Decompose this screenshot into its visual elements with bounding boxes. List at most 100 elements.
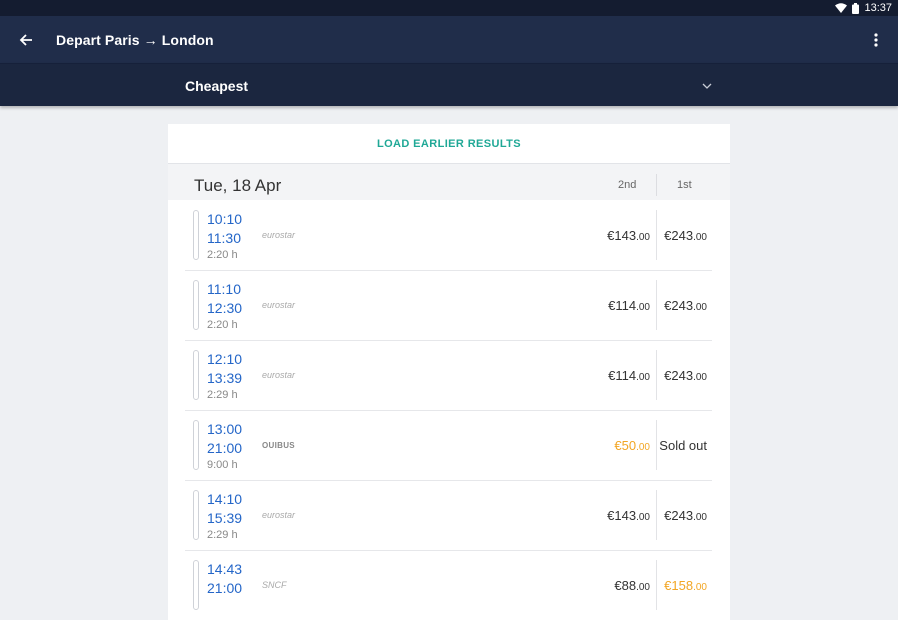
second-class-price[interactable]: €114.00 [608, 368, 650, 383]
journey-timeline [193, 210, 199, 260]
carrier-logo: eurostar [262, 300, 296, 310]
journey-row[interactable]: 14:43 21:00 SNCF €88.00 €158.00 [168, 550, 730, 620]
first-class-price[interactable]: €243.00 [664, 228, 707, 243]
journey-timeline [193, 490, 199, 540]
results-panel: LOAD EARLIER RESULTS Tue, 18 Apr 2nd 1st… [168, 124, 730, 620]
app-bar: Depart Paris → London [0, 16, 898, 63]
first-class-price[interactable]: €243.00 [664, 508, 707, 523]
carrier: SNCF [262, 576, 287, 594]
price-amount: €114 [608, 368, 637, 383]
journey-duration: 2:20 h [207, 249, 238, 261]
more-vertical-icon [874, 33, 878, 47]
journey-row[interactable]: 11:10 12:30 2:20 h eurostar €114.00 €243… [168, 270, 730, 340]
carrier-logo: eurostar [262, 370, 296, 380]
wifi-icon [835, 3, 848, 13]
carrier: eurostar [262, 296, 295, 314]
carrier-logo: SNCF [262, 580, 287, 590]
journey-timeline [193, 560, 199, 610]
departure-time: 14:43 [207, 561, 243, 577]
journey-row[interactable]: 10:10 11:30 2:20 h eurostar €143.00 €243… [168, 200, 730, 270]
journey-row[interactable]: 13:00 21:00 9:00 h OUIBUS €50.00 Sold ou… [168, 410, 730, 480]
journey-timeline [193, 280, 199, 330]
first-class-price[interactable]: Sold out [659, 438, 707, 453]
date-label: Tue, 18 Apr [194, 176, 282, 195]
departure-time: 13:00 [207, 421, 243, 437]
price-divider [656, 490, 657, 540]
overflow-menu-button[interactable] [864, 28, 888, 52]
carrier-logo: OUIBUS [262, 440, 295, 450]
price-amount: €114 [608, 298, 637, 313]
price-cents: .00 [693, 232, 707, 243]
price-cents: .00 [636, 232, 650, 243]
price-cents: .00 [636, 302, 650, 313]
second-class-price[interactable]: €143.00 [607, 508, 650, 523]
journey-duration: 2:29 h [207, 389, 238, 401]
price-amount: €50 [614, 438, 637, 453]
price-amount: €243 [664, 508, 694, 523]
first-class-header: 1st [677, 179, 692, 191]
arrival-time: 15:39 [207, 510, 243, 526]
status-time: 13:37 [864, 2, 892, 14]
chevron-down-icon [702, 83, 712, 89]
carrier-logo: eurostar [262, 510, 296, 520]
class-divider [656, 174, 657, 196]
price-amount: €243 [664, 298, 694, 313]
back-button[interactable] [14, 28, 38, 52]
first-class-price[interactable]: €243.00 [664, 298, 707, 313]
price-amount: €143 [607, 508, 637, 523]
second-class-price[interactable]: €88.00 [614, 578, 650, 593]
carrier: eurostar [262, 506, 295, 524]
second-class-price[interactable]: €50.00 [614, 438, 650, 453]
second-class-price[interactable]: €114.00 [608, 298, 650, 313]
price-divider [656, 280, 657, 330]
journey-timeline [193, 350, 199, 400]
date-header: Tue, 18 Apr 2nd 1st [168, 164, 730, 200]
price-amount: €143 [607, 228, 637, 243]
price-cents: .00 [636, 512, 650, 523]
journey-duration: 2:29 h [207, 529, 238, 541]
departure-time: 12:10 [207, 351, 243, 367]
departure-time: 14:10 [207, 491, 243, 507]
arrival-time: 21:00 [207, 440, 243, 456]
journey-row[interactable]: 14:10 15:39 2:29 h eurostar €143.00 €243… [168, 480, 730, 550]
carrier: eurostar [262, 226, 295, 244]
sort-dropdown[interactable]: Cheapest [168, 64, 730, 107]
first-class-price[interactable]: €243.00 [664, 368, 707, 383]
arrival-time: 12:30 [207, 300, 243, 316]
first-class-price[interactable]: €158.00 [664, 578, 707, 593]
journey-duration: 9:00 h [207, 459, 238, 471]
price-amount: €243 [664, 368, 694, 383]
arrow-left-icon [19, 34, 32, 46]
price-cents: .00 [636, 372, 650, 383]
journey-duration: 2:20 h [207, 319, 238, 331]
second-class-header: 2nd [618, 179, 637, 191]
journey-row[interactable]: 12:10 13:39 2:29 h eurostar €114.00 €243… [168, 340, 730, 410]
price-cents: .00 [693, 582, 707, 593]
journey-timeline [193, 420, 199, 470]
arrival-time: 11:30 [207, 230, 241, 246]
journey-list: 10:10 11:30 2:20 h eurostar €143.00 €243… [168, 200, 730, 620]
load-earlier-button[interactable]: LOAD EARLIER RESULTS [168, 124, 730, 164]
price-divider [656, 350, 657, 400]
price-cents: .00 [693, 512, 707, 523]
price-amount: €158 [664, 578, 694, 593]
carrier: eurostar [262, 366, 295, 384]
status-bar: 13:37 [0, 0, 898, 16]
price-divider [656, 420, 657, 470]
arrival-time: 13:39 [207, 370, 243, 386]
price-cents: .00 [693, 372, 707, 383]
second-class-price[interactable]: €143.00 [607, 228, 650, 243]
price-amount: €88 [614, 578, 637, 593]
departure-time: 11:10 [207, 281, 241, 297]
price-cents: .00 [636, 582, 650, 593]
price-divider [656, 560, 657, 610]
battery-icon [852, 2, 860, 14]
price-amount: €243 [664, 228, 694, 243]
price-cents: .00 [636, 442, 650, 453]
price-divider [656, 210, 657, 260]
price-cents: .00 [693, 302, 707, 313]
carrier: OUIBUS [262, 436, 295, 454]
sort-selected-label: Cheapest [185, 77, 249, 94]
carrier-logo: eurostar [262, 230, 296, 240]
departure-time: 10:10 [207, 211, 243, 227]
